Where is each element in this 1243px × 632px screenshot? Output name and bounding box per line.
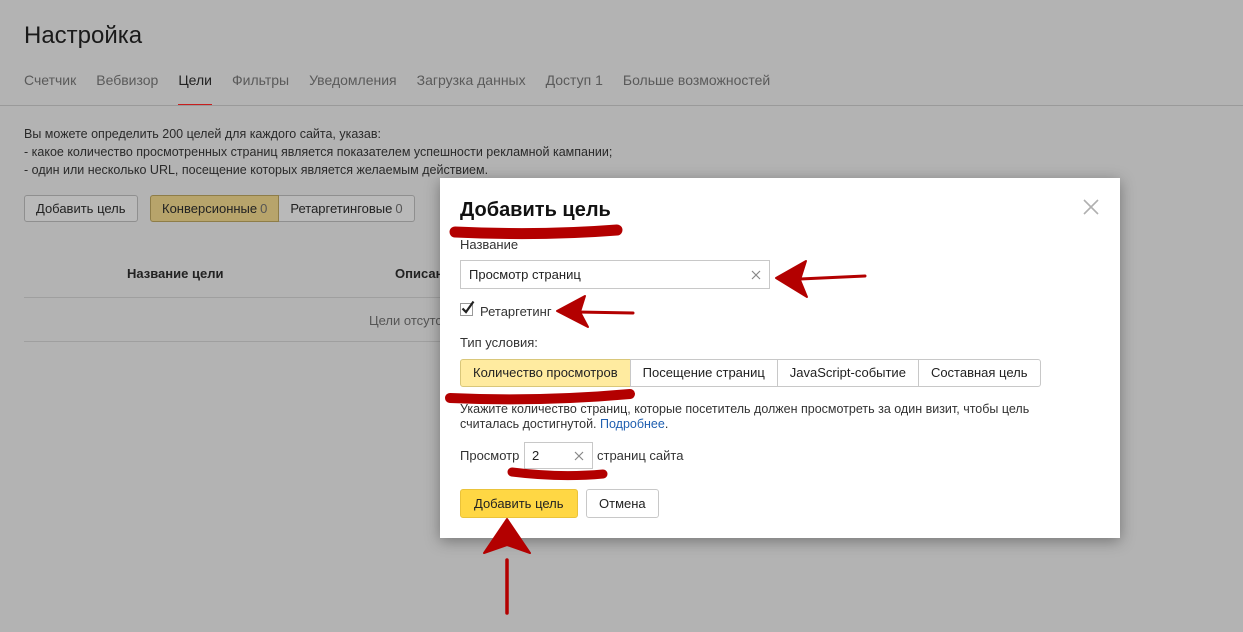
filter-conversion[interactable]: Конверсионные 0 <box>150 195 280 222</box>
hint-text: Укажите количество страниц, которые посе… <box>460 402 1030 431</box>
goals-intro: Вы можете определить 200 целей для каждо… <box>24 125 612 179</box>
goal-filter-segment: Конверсионные 0 Ретаргетинговые 0 <box>150 195 415 222</box>
goal-name-input[interactable] <box>460 260 770 289</box>
views-suffix-label: страниц сайта <box>597 448 684 463</box>
tab-webvisor[interactable]: Вебвизор <box>96 72 158 106</box>
table-divider <box>24 297 444 298</box>
tabs-divider <box>0 105 1243 106</box>
add-goal-dialog: Добавить цель Название Ретаргетинг Тип у… <box>440 178 1120 538</box>
retargeting-label: Ретаргетинг <box>480 304 552 319</box>
tab-notifications[interactable]: Уведомления <box>309 72 397 106</box>
tab-goals[interactable]: Цели <box>178 72 212 106</box>
tab-data-upload[interactable]: Загрузка данных <box>417 72 526 106</box>
intro-line: - один или несколько URL, посещение кото… <box>24 163 489 177</box>
learn-more-link[interactable]: Подробнее <box>600 417 665 431</box>
close-icon[interactable] <box>1080 196 1102 218</box>
clear-icon[interactable] <box>572 449 586 463</box>
condition-composite-goal[interactable]: Составная цель <box>917 359 1041 387</box>
name-label: Название <box>460 237 519 252</box>
submit-add-goal-button[interactable]: Добавить цель <box>460 489 578 518</box>
page-title: Настройка <box>24 22 143 49</box>
condition-javascript-event[interactable]: JavaScript-событие <box>776 359 919 387</box>
clear-icon[interactable] <box>749 268 763 282</box>
condition-type-selector: Количество просмотров Посещение страниц … <box>460 359 1041 387</box>
cancel-button[interactable]: Отмена <box>586 489 659 518</box>
filter-count: 0 <box>395 201 403 216</box>
checkmark-icon <box>461 300 475 314</box>
table-divider <box>24 341 444 342</box>
settings-tabs: Счетчик Вебвизор Цели Фильтры Уведомлени… <box>24 72 790 106</box>
condition-page-visit[interactable]: Посещение страниц <box>629 359 778 387</box>
intro-line: Вы можете определить 200 целей для каждо… <box>24 127 381 141</box>
views-prefix-label: Просмотр <box>460 448 520 463</box>
tab-filters[interactable]: Фильтры <box>232 72 289 106</box>
hint-period: . <box>664 417 669 431</box>
intro-line: - какое количество просмотренных страниц… <box>24 145 613 159</box>
filter-label: Ретаргетинговые <box>290 201 393 216</box>
column-header-description: Описан <box>395 266 444 281</box>
condition-hint: Укажите количество страниц, которые посе… <box>460 402 1080 432</box>
tab-more-features[interactable]: Больше возможностей <box>623 72 770 106</box>
tab-counter[interactable]: Счетчик <box>24 72 76 106</box>
tab-access[interactable]: Доступ 1 <box>546 72 603 106</box>
condition-page-views[interactable]: Количество просмотров <box>460 359 631 387</box>
filter-retargeting[interactable]: Ретаргетинговые 0 <box>279 195 415 222</box>
retargeting-checkbox[interactable] <box>460 300 475 316</box>
dialog-title: Добавить цель <box>460 199 611 221</box>
filter-label: Конверсионные <box>162 201 258 216</box>
condition-type-label: Тип условия: <box>460 335 538 350</box>
filter-count: 0 <box>260 201 268 216</box>
empty-goals-text: Цели отсутст <box>369 313 448 328</box>
column-header-goal-name: Название цели <box>127 266 224 281</box>
add-goal-button-background[interactable]: Добавить цель <box>24 195 138 222</box>
